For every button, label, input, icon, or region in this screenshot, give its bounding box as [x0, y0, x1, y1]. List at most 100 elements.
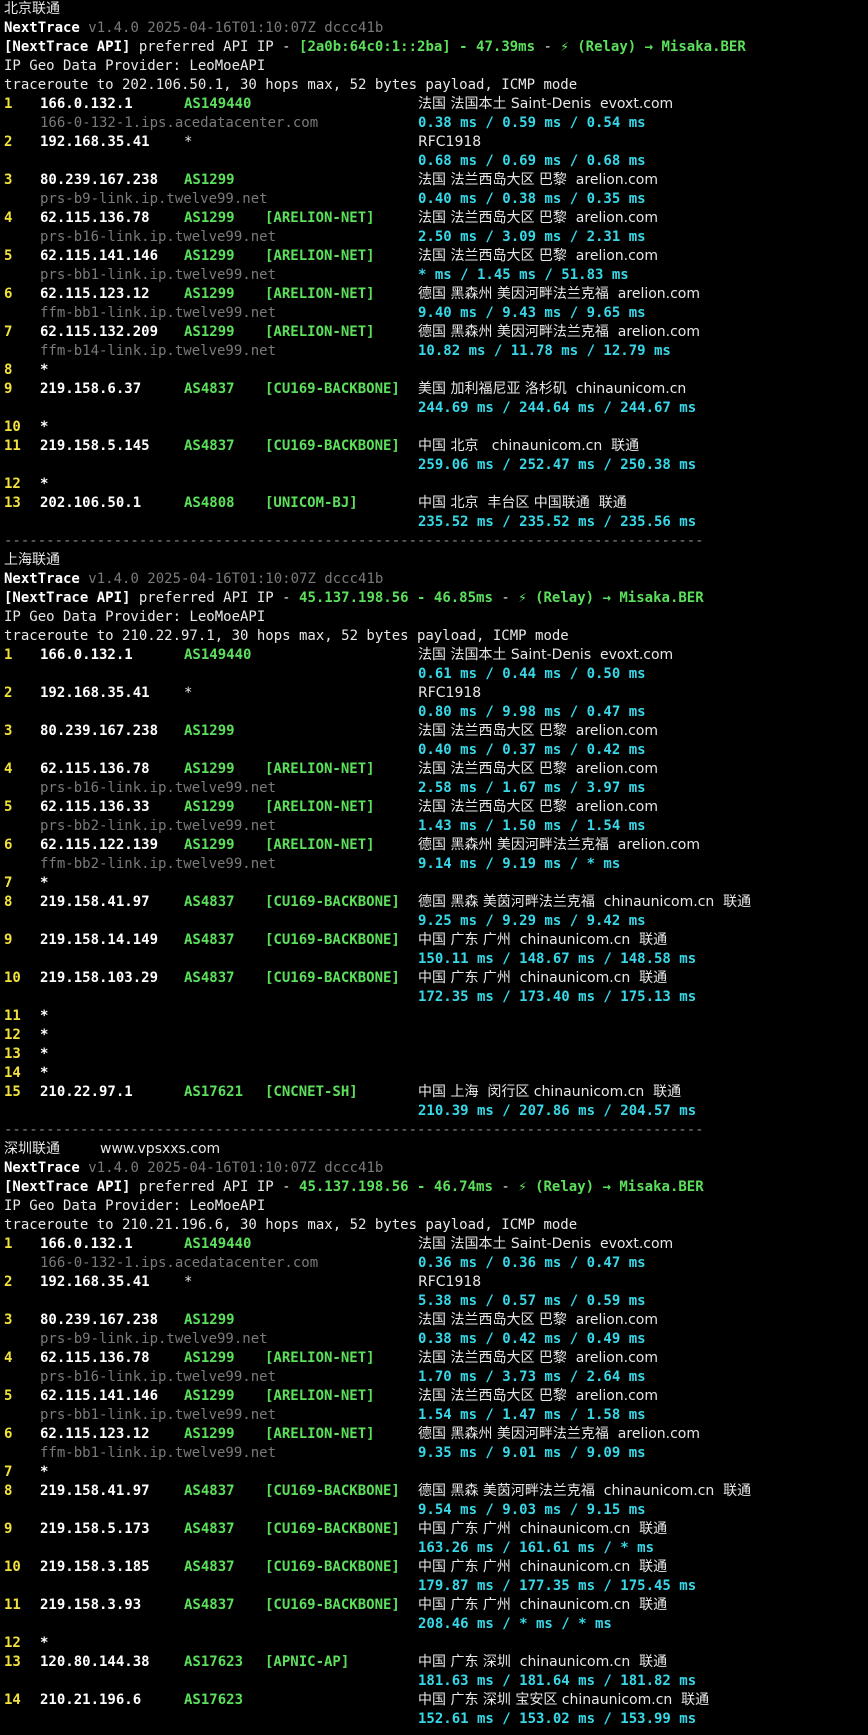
hop-geo: 法国 法兰西岛大区 巴黎 arelion.com	[418, 761, 659, 777]
relay-icon: ⚡	[560, 39, 569, 55]
hop-detail-row: 150.11 ms / 148.67 ms / 148.58 ms	[4, 950, 866, 969]
api-dash2: -	[492, 1179, 519, 1195]
hop-row: 5 62.115.136.33 AS1299 [ARELION-NET] 法国 法兰西岛…	[4, 798, 866, 817]
traceroute-header: traceroute to 210.22.97.1, 30 hops max, …	[4, 628, 569, 644]
hop-geo: 中国 广东 广州 chinaunicom.cn 联通	[418, 932, 668, 948]
hop-rtt: 0.68 ms / 0.69 ms / 0.68 ms	[418, 153, 646, 169]
hop-number: 11	[4, 438, 21, 454]
hop-row: 11 219.158.5.145 AS4837 [CU169-BACKBONE] 中国 …	[4, 437, 866, 456]
hop-rtt: 1.43 ms / 1.50 ms / 1.54 ms	[418, 818, 646, 834]
hop-number: 5	[4, 248, 13, 264]
hop-geo: 法国 法兰西岛大区 巴黎 arelion.com	[418, 799, 659, 815]
hop-number: 3	[4, 723, 13, 739]
hop-geo: 法国 法兰西岛大区 巴黎 arelion.com	[418, 248, 659, 264]
hop-row: 12 *	[4, 1026, 866, 1045]
api-latency: 46.85ms	[433, 590, 493, 606]
hop-ip: *	[40, 1008, 49, 1024]
hop-ip: 80.239.167.238	[40, 1312, 159, 1328]
api-wrap: [NextTrace API] preferred API IP - 45.13…	[4, 1178, 704, 1197]
hop-asn: AS17621	[184, 1084, 244, 1100]
hop-geo: 法国 法兰西岛大区 巴黎 arelion.com	[418, 172, 659, 188]
hop-row: 1 166.0.132.1 AS149440 法国 法国本土 Saint-Denis …	[4, 646, 866, 665]
hop-ip: 62.115.122.139	[40, 837, 159, 853]
hop-ip: 62.115.136.78	[40, 761, 150, 777]
hop-detail-row: prs-bb1-link.ip.twelve99.net 1.54 ms / 1.…	[4, 1406, 866, 1425]
hop-asn: AS1299	[184, 1350, 235, 1366]
hop-rtt: 0.80 ms / 9.98 ms / 0.47 ms	[418, 704, 646, 720]
hop-ip: 202.106.50.1	[40, 495, 142, 511]
hop-ip: *	[40, 1046, 49, 1062]
hop-hostname: prs-bb1-link.ip.twelve99.net	[40, 1407, 277, 1423]
version-line: NextTrace v1.4.0 2025-04-16T01:10:07Z dc…	[4, 570, 866, 589]
hop-number: 5	[4, 799, 13, 815]
hop-rtt: 244.69 ms / 244.64 ms / 244.67 ms	[418, 400, 697, 416]
hop-geo: 法国 法兰西岛大区 巴黎 arelion.com	[418, 1312, 659, 1328]
api-latency: 47.39ms	[476, 39, 536, 55]
hop-asn: AS4808	[184, 495, 235, 511]
hop-tag: [CU169-BACKBONE]	[265, 1483, 400, 1499]
hop-asn: AS1299	[184, 172, 235, 188]
hop-tag: [ARELION-NET]	[265, 248, 375, 264]
hop-number: 5	[4, 1388, 13, 1404]
hop-number: 12	[4, 1027, 21, 1043]
hop-rtt: 9.25 ms / 9.29 ms / 9.42 ms	[418, 913, 646, 929]
hop-geo: 中国 上海 闵行区 chinaunicom.cn 联通	[418, 1084, 682, 1100]
hop-geo: 法国 法兰西岛大区 巴黎 arelion.com	[418, 210, 659, 226]
hop-tag: [CU169-BACKBONE]	[265, 894, 400, 910]
relay-text: (Relay) → Misaka.BER	[535, 590, 704, 606]
hop-geo: 德国 黑森 美茵河畔法兰克福 chinaunicom.cn 联通	[418, 894, 752, 910]
api-line: [NextTrace API] preferred API IP - 45.13…	[4, 1178, 866, 1197]
hop-tag: [ARELION-NET]	[265, 324, 375, 340]
hop-row: 3 80.239.167.238 AS1299 法国 法兰西岛大区 巴黎 arelio…	[4, 722, 866, 741]
api-line: [NextTrace API] preferred API IP - [2a0b…	[4, 38, 866, 57]
hop-geo: 法国 法兰西岛大区 巴黎 arelion.com	[418, 723, 659, 739]
hop-asn: AS4837	[184, 381, 235, 397]
hop-detail-row: ffm-bb2-link.ip.twelve99.net 9.14 ms / 9.…	[4, 855, 866, 874]
hop-row: 11 219.158.3.93 AS4837 [CU169-BACKBONE] 中国 广…	[4, 1596, 866, 1615]
geo-provider: IP Geo Data Provider: LeoMoeAPI	[4, 58, 266, 74]
hop-ip: 219.158.41.97	[40, 1483, 150, 1499]
hop-row: 7 *	[4, 1463, 866, 1482]
version-wrap: NextTrace v1.4.0 2025-04-16T01:10:07Z dc…	[4, 19, 383, 38]
hop-ip: 219.158.5.173	[40, 1521, 150, 1537]
geo-provider: IP Geo Data Provider: LeoMoeAPI	[4, 609, 266, 625]
hop-geo: 中国 广东 广州 chinaunicom.cn 联通	[418, 1521, 668, 1537]
hop-asn: AS149440	[184, 96, 252, 112]
hop-ip: 62.115.141.146	[40, 1388, 159, 1404]
traceroute-header: traceroute to 210.21.196.6, 30 hops max,…	[4, 1217, 578, 1233]
hop-detail-row: prs-b9-link.ip.twelve99.net 0.40 ms / 0.3…	[4, 190, 866, 209]
api-dash2: -	[492, 590, 519, 606]
hop-row: 5 62.115.141.146 AS1299 [ARELION-NET] 法国 法兰西…	[4, 1387, 866, 1406]
hop-row: 3 80.239.167.238 AS1299 法国 法兰西岛大区 巴黎 arelio…	[4, 171, 866, 190]
hop-hostname: 166-0-132-1.ips.acedatacenter.com	[40, 115, 319, 131]
hop-detail-row: 0.68 ms / 0.69 ms / 0.68 ms	[4, 152, 866, 171]
app-name: NextTrace	[4, 20, 80, 36]
hop-ip: 80.239.167.238	[40, 723, 159, 739]
hop-number: 14	[4, 1065, 21, 1081]
hop-row: 8 219.158.41.97 AS4837 [CU169-BACKBONE] 德国 黑…	[4, 893, 866, 912]
hop-ip: 219.158.103.29	[40, 970, 159, 986]
hop-row: 8 *	[4, 361, 866, 380]
hop-number: 10	[4, 970, 21, 986]
relay-text: (Relay) → Misaka.BER	[577, 39, 746, 55]
hop-rtt: 210.39 ms / 207.86 ms / 204.57 ms	[418, 1103, 697, 1119]
separator-text: ----------------------------------------…	[4, 1122, 704, 1138]
hop-rtt: 2.50 ms / 3.09 ms / 2.31 ms	[418, 229, 646, 245]
hop-asn: AS4837	[184, 1559, 235, 1575]
relay-text: (Relay) → Misaka.BER	[535, 1179, 704, 1195]
hop-row: 9 219.158.6.37 AS4837 [CU169-BACKBONE] 美国 加利…	[4, 380, 866, 399]
hop-rtt: 0.40 ms / 0.37 ms / 0.42 ms	[418, 742, 646, 758]
hop-tag: [ARELION-NET]	[265, 1426, 375, 1442]
hop-detail-row: prs-bb2-link.ip.twelve99.net 1.43 ms / 1.…	[4, 817, 866, 836]
hop-tag: [CU169-BACKBONE]	[265, 970, 400, 986]
hop-asn: AS1299	[184, 1312, 235, 1328]
hop-geo: 法国 法国本土 Saint-Denis evoxt.com	[418, 647, 674, 663]
hop-asn: AS1299	[184, 286, 235, 302]
hop-number: 14	[4, 1692, 21, 1708]
section-title: 深圳联通	[4, 1141, 60, 1157]
api-text: preferred API IP -	[130, 39, 300, 55]
hop-rtt: 0.36 ms / 0.36 ms / 0.47 ms	[418, 1255, 646, 1271]
version-wrap: NextTrace v1.4.0 2025-04-16T01:10:07Z dc…	[4, 1159, 383, 1178]
hop-number: 8	[4, 362, 13, 378]
hop-hostname: prs-bb1-link.ip.twelve99.net	[40, 267, 277, 283]
